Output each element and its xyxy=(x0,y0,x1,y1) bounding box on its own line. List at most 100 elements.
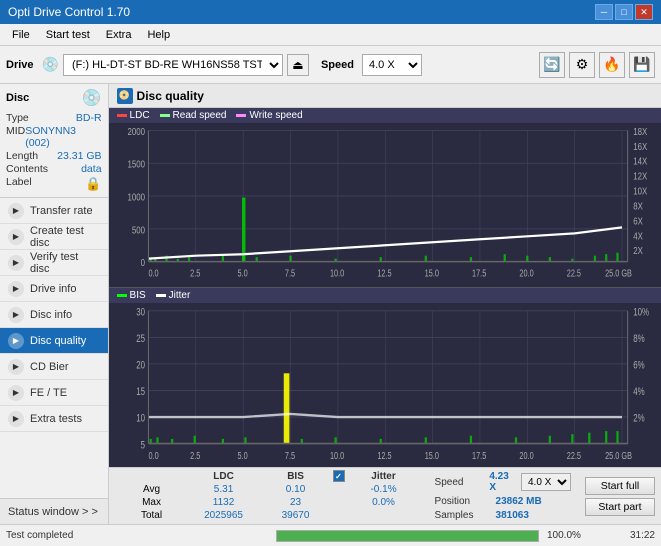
menu-extra[interactable]: Extra xyxy=(98,27,140,43)
disc-length-label: Length xyxy=(6,150,38,162)
svg-text:18X: 18X xyxy=(633,126,647,137)
stat-col-ldc: LDC xyxy=(189,470,259,483)
stats-avg-row: Avg 5.31 0.10 -0.1% xyxy=(117,483,419,496)
svg-text:0.0: 0.0 xyxy=(148,450,158,461)
stats-total-row: Total 2025965 39670 xyxy=(117,509,419,522)
stat-col-bis: BIS xyxy=(261,470,331,483)
sidebar-item-transfer-rate[interactable]: ▶ Transfer rate xyxy=(0,198,108,224)
maximize-button[interactable]: □ xyxy=(615,4,633,20)
svg-text:14X: 14X xyxy=(633,156,647,167)
svg-text:7.5: 7.5 xyxy=(284,268,294,279)
create-test-disc-label: Create test disc xyxy=(30,225,100,249)
save-button[interactable]: 💾 xyxy=(629,52,655,78)
sidebar-item-extra-tests[interactable]: ▶ Extra tests xyxy=(0,406,108,432)
disc-mid-label: MID xyxy=(6,125,25,149)
svg-text:2.5: 2.5 xyxy=(190,268,200,279)
fe-te-label: FE / TE xyxy=(30,387,67,399)
svg-text:15.0: 15.0 xyxy=(424,268,438,279)
upper-chart-svg: 2000 1500 1000 500 0 18X 16X 14X 12X 10X… xyxy=(109,123,661,287)
stats-max-row: Max 1132 23 0.0% xyxy=(117,496,419,509)
svg-text:10.0: 10.0 xyxy=(330,268,344,279)
stat-max-ldc: 1132 xyxy=(189,496,259,509)
sidebar-item-fe-te[interactable]: ▶ FE / TE xyxy=(0,380,108,406)
disc-type-row: Type BD-R xyxy=(6,112,102,124)
stat-max-bis: 23 xyxy=(261,496,331,509)
disc-mid-value: SONYNN3 (002) xyxy=(25,125,101,149)
legend-read-speed-label: Read speed xyxy=(173,110,227,121)
disc-contents-value: data xyxy=(81,163,101,175)
read-speed-color xyxy=(160,114,170,117)
jitter-color xyxy=(156,294,166,297)
svg-text:2%: 2% xyxy=(633,413,645,426)
progress-bar-fill xyxy=(277,531,539,541)
legend-bis: BIS xyxy=(117,290,146,301)
svg-text:7.5: 7.5 xyxy=(284,450,294,461)
start-full-button[interactable]: Start full xyxy=(585,477,655,495)
write-speed-color xyxy=(236,114,246,117)
svg-text:5: 5 xyxy=(140,439,144,452)
stat-avg-label: Avg xyxy=(117,483,187,496)
svg-text:20.0: 20.0 xyxy=(519,450,533,461)
svg-text:30: 30 xyxy=(136,306,145,319)
stat-max-jitter: 0.0% xyxy=(349,496,419,509)
svg-text:16X: 16X xyxy=(633,141,647,152)
svg-text:20.0: 20.0 xyxy=(519,268,533,279)
svg-text:0: 0 xyxy=(140,257,144,268)
settings-button[interactable]: ⚙ xyxy=(569,52,595,78)
ldc-color xyxy=(117,114,127,117)
menu-help[interactable]: Help xyxy=(139,27,178,43)
start-part-button[interactable]: Start part xyxy=(585,498,655,516)
sidebar-item-disc-quality[interactable]: ▶ Disc quality xyxy=(0,328,108,354)
window-controls: ─ □ ✕ xyxy=(595,4,653,20)
drive-info-label: Drive info xyxy=(30,283,76,295)
stat-position-value: 23862 MB xyxy=(496,496,542,507)
svg-text:22.5: 22.5 xyxy=(566,268,580,279)
svg-text:5.0: 5.0 xyxy=(237,450,247,461)
stat-samples-row: Samples 381063 xyxy=(435,510,571,521)
legend-ldc-label: LDC xyxy=(130,110,150,121)
burn-button[interactable]: 🔥 xyxy=(599,52,625,78)
jitter-checkbox[interactable]: ✓ xyxy=(333,470,345,482)
status-text: Test completed xyxy=(6,530,268,541)
speed-select[interactable]: 4.0 X xyxy=(362,54,422,76)
svg-text:17.5: 17.5 xyxy=(472,268,486,279)
sidebar-item-verify-test-disc[interactable]: ▶ Verify test disc xyxy=(0,250,108,276)
menu-start-test[interactable]: Start test xyxy=(38,27,98,43)
sidebar-item-disc-info[interactable]: ▶ Disc info xyxy=(0,302,108,328)
stats-bar: LDC BIS ✓ Jitter Avg 5.31 0.10 -0.1% xyxy=(109,467,661,524)
legend-jitter-label: Jitter xyxy=(169,290,191,301)
stat-position-row: Position 23862 MB xyxy=(435,496,571,507)
legend-ldc: LDC xyxy=(117,110,150,121)
menu-file[interactable]: File xyxy=(4,27,38,43)
minimize-button[interactable]: ─ xyxy=(595,4,613,20)
progress-percent: 100.0% xyxy=(547,530,607,541)
svg-text:15.0: 15.0 xyxy=(424,450,438,461)
sidebar-item-cd-bier[interactable]: ▶ CD Bier xyxy=(0,354,108,380)
drive-select[interactable]: (F:) HL-DT-ST BD-RE WH16NS58 TST4 xyxy=(63,54,283,76)
stat-speed-select[interactable]: 4.0 X xyxy=(521,473,571,491)
eject-button[interactable]: ⏏ xyxy=(287,54,309,76)
upper-legend: LDC Read speed Write speed xyxy=(109,108,661,123)
legend-write-speed-label: Write speed xyxy=(249,110,302,121)
svg-text:25.0 GB: 25.0 GB xyxy=(605,268,632,279)
svg-text:2.5: 2.5 xyxy=(190,450,200,461)
status-window-button[interactable]: Status window > > xyxy=(0,498,108,524)
stat-jitter-check: ✓ xyxy=(333,470,347,483)
app-title: Opti Drive Control 1.70 xyxy=(8,5,595,19)
svg-text:6%: 6% xyxy=(633,359,645,372)
stat-position-label: Position xyxy=(435,496,490,507)
disc-length-row: Length 23.31 GB xyxy=(6,150,102,162)
svg-text:1500: 1500 xyxy=(127,159,145,170)
stat-samples-value: 381063 xyxy=(496,510,529,521)
sidebar-item-drive-info[interactable]: ▶ Drive info xyxy=(0,276,108,302)
close-button[interactable]: ✕ xyxy=(635,4,653,20)
sidebar-item-create-test-disc[interactable]: ▶ Create test disc xyxy=(0,224,108,250)
stat-col-empty xyxy=(117,470,187,483)
refresh-button[interactable]: 🔄 xyxy=(539,52,565,78)
disc-header: Disc 💿 xyxy=(6,88,102,108)
sidebar: Disc 💿 Type BD-R MID SONYNN3 (002) Lengt… xyxy=(0,84,109,524)
toolbar: Drive 💿 (F:) HL-DT-ST BD-RE WH16NS58 TST… xyxy=(0,46,661,84)
stat-speed-label: Speed xyxy=(435,477,484,488)
stat-speed-value: 4.23 X xyxy=(489,471,515,493)
drive-info-icon: ▶ xyxy=(8,281,24,297)
